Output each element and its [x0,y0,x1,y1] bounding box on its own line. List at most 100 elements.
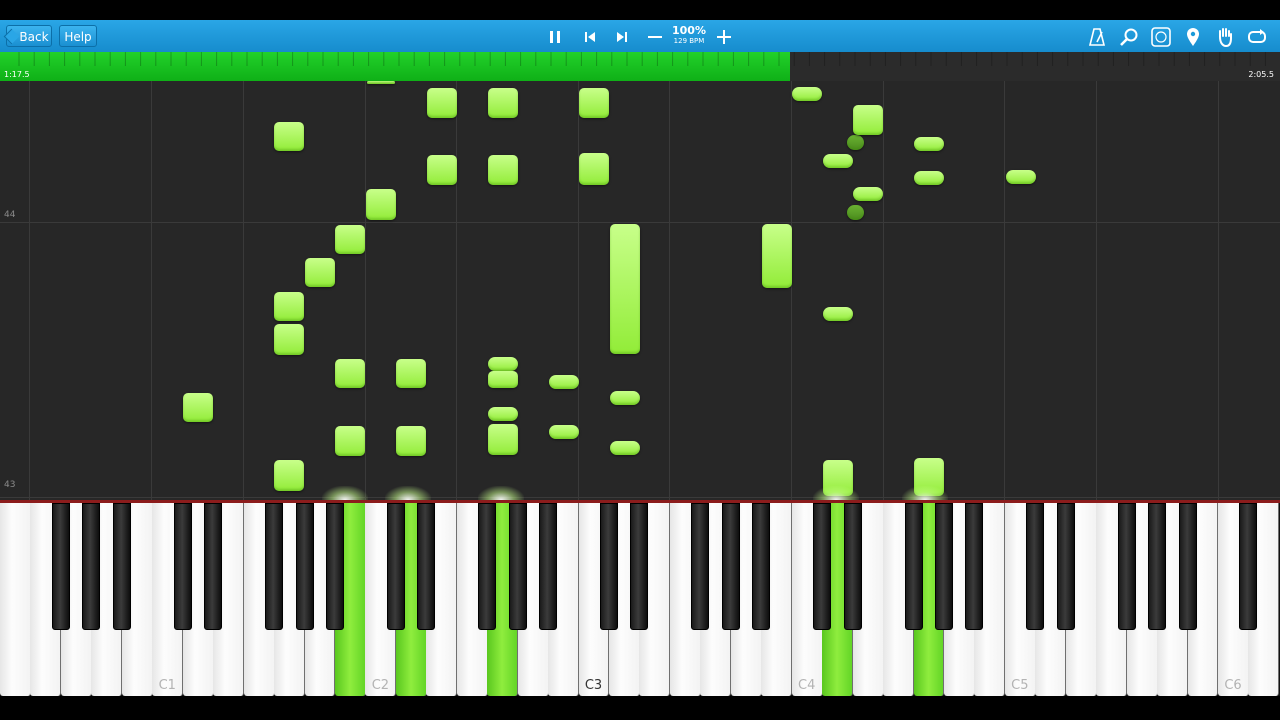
speed-bpm: 129 BPM [673,37,705,45]
grid-line [365,81,366,500]
help-button[interactable]: Help [59,25,97,47]
key-glow [478,486,524,500]
piano-black-key[interactable] [1178,503,1197,630]
piano-black-key[interactable] [1239,503,1258,630]
grid-line [669,81,670,500]
hand-icon[interactable] [1214,26,1236,48]
note-block [367,81,395,84]
note-block [762,224,792,288]
plus-icon[interactable] [713,26,735,48]
note-block [579,88,609,118]
piano-black-key[interactable] [600,503,618,630]
grid-line [1004,81,1005,500]
grid-line [243,81,244,500]
piano-black-key[interactable] [295,503,314,630]
note-block [549,425,579,439]
piano-black-key[interactable] [965,503,984,630]
piano-white-key[interactable] [0,503,31,696]
note-block [579,153,609,185]
total-time: 2:05.5 [1248,70,1274,79]
key-glow [813,486,859,500]
piano-black-key[interactable] [325,503,344,630]
note-block [396,426,426,456]
note-block [610,441,640,455]
grid-line [883,81,884,500]
key-glow [902,486,948,500]
piano-black-key[interactable] [934,503,953,630]
note-block [853,105,883,135]
grid-line [1096,81,1097,500]
piano-black-key[interactable] [478,503,497,630]
note-block [488,357,518,371]
piano-black-key[interactable] [630,503,649,630]
piano-black-key[interactable] [204,503,223,630]
piano-black-key[interactable] [265,503,284,630]
piano-black-key[interactable] [1026,503,1045,630]
piano-black-key[interactable] [112,503,131,630]
grid-line [456,81,457,500]
note-block [427,155,457,185]
pause-icon[interactable] [544,26,566,48]
note-block [396,359,426,388]
octave-label: C1 [158,678,176,693]
zoom-icon[interactable] [1118,26,1140,48]
octave-label: C3 [584,678,603,693]
piano-black-key[interactable] [813,503,832,630]
octave-label: C4 [798,678,816,693]
piano-black-key[interactable] [721,503,740,630]
piano-black-key[interactable] [752,503,771,630]
note-block [549,375,579,389]
note-block [366,189,396,220]
progress-bar[interactable]: 1:17.5 2:05.5 [0,52,1280,81]
speed-readout: 100% 129 BPM [668,25,710,46]
metronome-icon[interactable] [1086,26,1108,48]
octave-label: C5 [1011,678,1029,693]
bottom-bar [0,696,1280,720]
note-block [847,205,864,220]
note-block [335,225,365,254]
piano-black-key[interactable] [173,503,192,630]
note-block [274,122,304,151]
measure-line [0,222,1280,223]
note-block [335,359,365,388]
loop-icon[interactable] [1246,26,1268,48]
piano-black-key[interactable] [691,503,710,630]
speed-percent: 100% [672,24,706,37]
key-glow [322,486,368,500]
grid-line [578,81,579,500]
piano-black-key[interactable] [1148,503,1167,630]
back-button[interactable]: Back [6,25,52,47]
key-glow [385,486,431,500]
piano-keyboard: C1 C2 C3 C4 C5 C6 [0,503,1280,696]
measure-label: 44 [4,210,16,220]
minus-icon[interactable] [644,26,666,48]
next-icon[interactable] [611,26,633,48]
measure-label: 43 [4,480,16,490]
note-block [792,87,822,101]
piano-black-key[interactable] [82,503,101,630]
piano-black-key[interactable] [386,503,405,630]
grid-line [791,81,792,500]
note-block [914,137,944,151]
piano-black-key[interactable] [904,503,923,630]
piano-black-key[interactable] [417,503,436,630]
marker-icon[interactable] [1182,26,1204,48]
note-block [488,407,518,421]
note-block [823,154,853,168]
key-label-icon[interactable] [1150,26,1172,48]
piano-black-key[interactable] [51,503,70,630]
piano-black-key[interactable] [1056,503,1075,630]
note-block [610,391,640,405]
note-block [1006,170,1036,184]
note-block [823,307,853,321]
note-block [853,187,883,201]
toolbar: Back Help 100% 129 BPM [0,20,1280,52]
previous-icon[interactable] [579,26,601,48]
note-block [610,224,640,354]
piano-black-key[interactable] [508,503,527,630]
note-block [427,88,457,118]
note-block [335,426,365,456]
piano-black-key[interactable] [843,503,862,630]
piano-black-key[interactable] [1117,503,1136,630]
piano-black-key[interactable] [539,503,558,630]
